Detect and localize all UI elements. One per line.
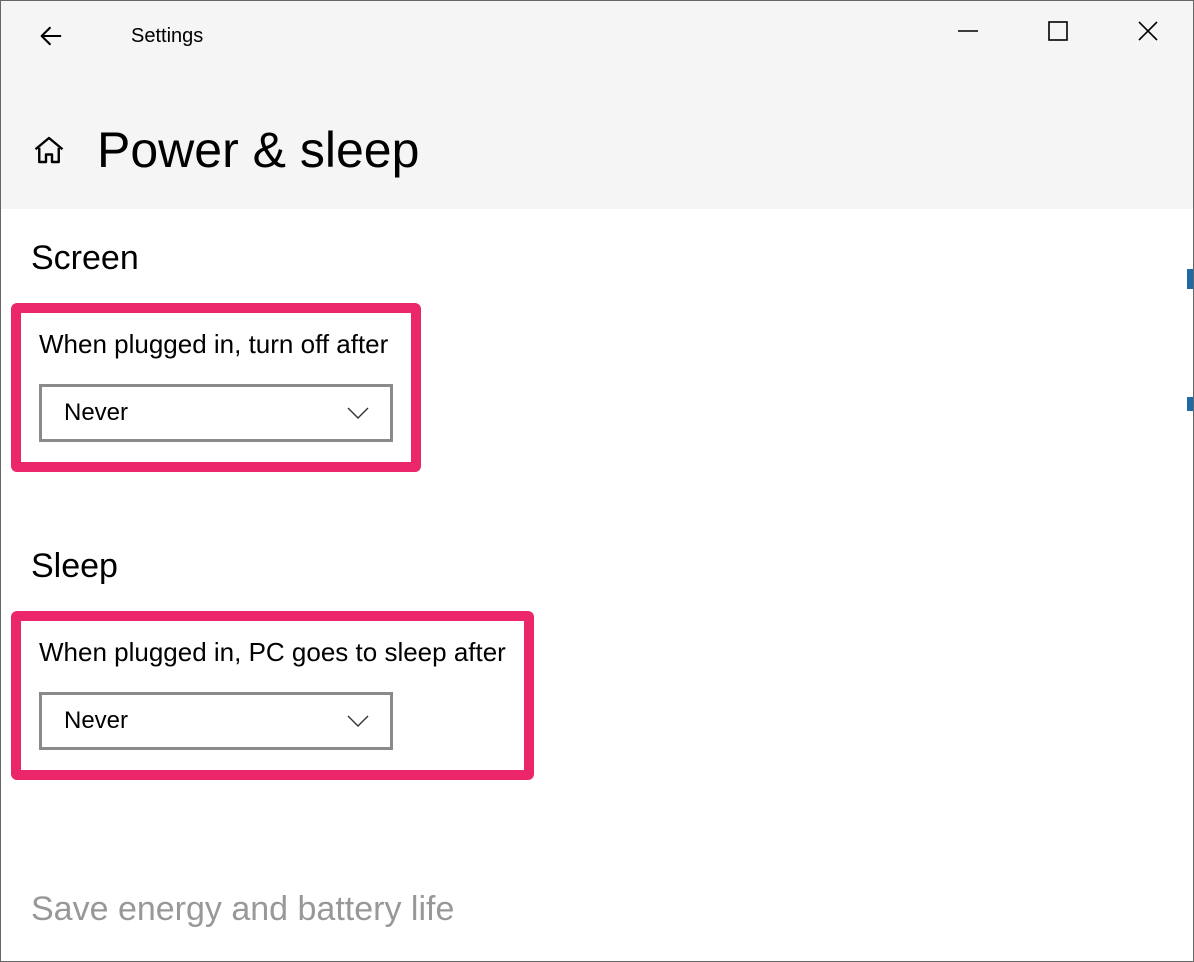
app-title: Settings — [131, 25, 203, 48]
sleep-setting-highlight: When plugged in, PC goes to sleep after … — [11, 611, 534, 780]
page-header: Power & sleep — [1, 71, 1193, 209]
sleep-timeout-value: Never — [64, 707, 128, 735]
minimize-button[interactable] — [923, 1, 1013, 61]
screen-timeout-value: Never — [64, 399, 128, 427]
home-button[interactable] — [31, 132, 67, 168]
window-edge-sliver — [1187, 269, 1193, 289]
page-title: Power & sleep — [97, 121, 419, 179]
close-icon — [1136, 19, 1160, 43]
window-controls — [923, 1, 1193, 61]
screen-setting-highlight: When plugged in, turn off after Never — [11, 303, 421, 472]
screen-section-heading: Screen — [31, 239, 1163, 278]
chevron-down-icon — [346, 714, 370, 728]
sleep-section-heading: Sleep — [31, 547, 1163, 586]
maximize-icon — [1047, 20, 1069, 42]
arrow-left-icon — [37, 22, 65, 50]
window-edge-sliver — [1187, 397, 1193, 411]
close-button[interactable] — [1103, 1, 1193, 61]
maximize-button[interactable] — [1013, 1, 1103, 61]
minimize-icon — [956, 19, 980, 43]
save-energy-heading: Save energy and battery life — [31, 890, 1163, 929]
back-button[interactable] — [31, 16, 71, 56]
sleep-plugged-label: When plugged in, PC goes to sleep after — [39, 637, 506, 668]
home-icon — [31, 132, 67, 168]
screen-plugged-label: When plugged in, turn off after — [39, 329, 393, 360]
screen-timeout-dropdown[interactable]: Never — [39, 384, 393, 442]
sleep-timeout-dropdown[interactable]: Never — [39, 692, 393, 750]
titlebar: Settings — [1, 1, 1193, 71]
chevron-down-icon — [346, 406, 370, 420]
content-area: Screen When plugged in, turn off after N… — [1, 209, 1193, 929]
